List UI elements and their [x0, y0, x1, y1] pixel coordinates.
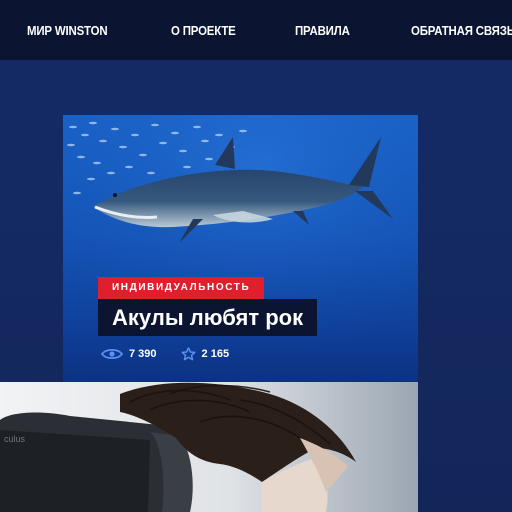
nav-item-rules[interactable]: ПРАВИЛА	[295, 23, 350, 38]
star-icon[interactable]	[180, 347, 196, 361]
svg-text:culus: culus	[4, 434, 26, 444]
article-card[interactable]: ИНДИВИДУАЛЬНОСТЬ Акулы любят рок 7 390 2…	[63, 115, 418, 382]
stars-stat: 2 165	[180, 347, 230, 361]
shark-photo	[63, 115, 418, 382]
eye-icon	[101, 348, 123, 360]
nav-item-feedback[interactable]: ОБРАТНАЯ СВЯЗЬ	[411, 23, 512, 38]
article-title[interactable]: Акулы любят рок	[98, 299, 318, 336]
vr-headset-photo: culus	[0, 382, 356, 512]
article-stats: 7 390 2 165	[101, 345, 253, 363]
views-count: 7 390	[129, 348, 157, 360]
stars-count: 2 165	[201, 348, 230, 360]
nav-item-mir-winston[interactable]: МИР WINSTON	[27, 23, 108, 38]
category-tag[interactable]: ИНДИВИДУАЛЬНОСТЬ	[98, 277, 265, 299]
views-stat: 7 390	[101, 348, 157, 360]
vr-article-card[interactable]: culus	[0, 382, 418, 512]
nav-item-about[interactable]: О ПРОЕКТЕ	[171, 23, 236, 38]
top-navigation: МИР WINSTON О ПРОЕКТЕ ПРАВИЛА ОБРАТНАЯ С…	[0, 0, 512, 60]
